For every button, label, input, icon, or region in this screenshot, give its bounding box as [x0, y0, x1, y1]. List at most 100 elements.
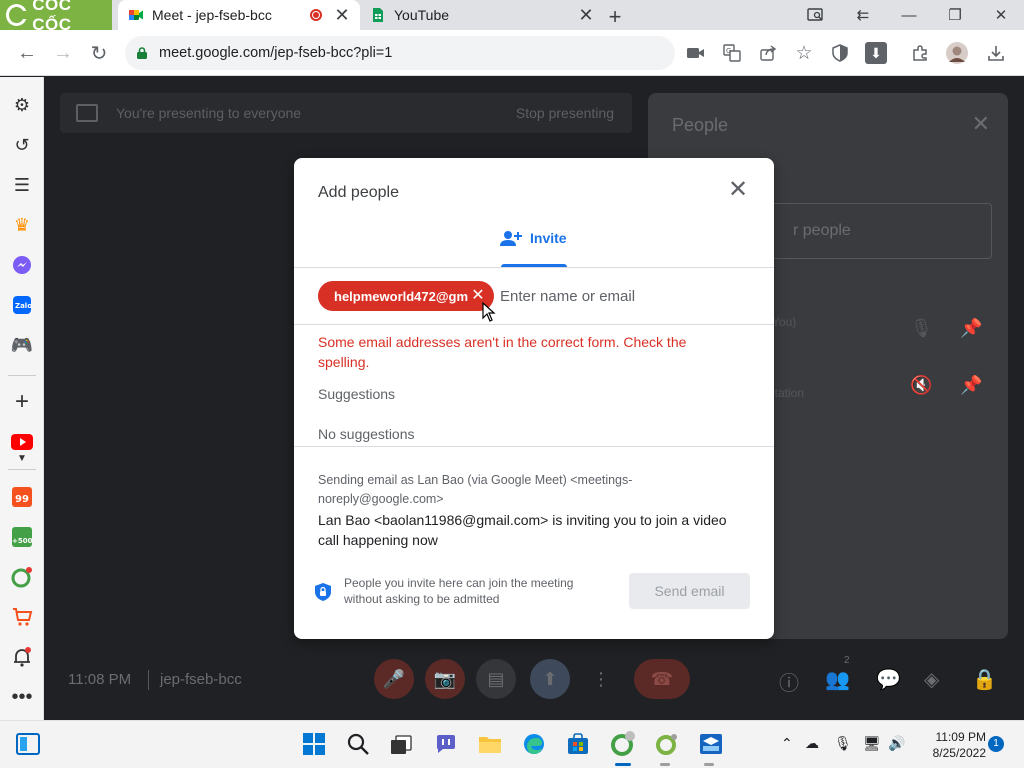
coccoc-window-icon[interactable]: [654, 731, 680, 757]
back-arrow-icon[interactable]: ←: [12, 38, 42, 68]
tab-sync-icon[interactable]: ⇇: [845, 0, 881, 30]
microphone-icon[interactable]: 🎙: [834, 735, 852, 752]
minimize-icon[interactable]: —: [891, 0, 927, 30]
clock-date: 8/25/2022: [932, 746, 986, 760]
restore-icon[interactable]: ❐: [937, 0, 973, 30]
share-icon[interactable]: [757, 42, 779, 64]
reward-500-icon[interactable]: +500: [9, 524, 35, 550]
meeting-code: jep-fseb-bcc: [160, 671, 242, 688]
close-window-icon[interactable]: ✕: [983, 0, 1019, 30]
address-bar[interactable]: meet.google.com/jep-fseb-bcc?pli=1: [125, 36, 675, 70]
notifications-bell-icon[interactable]: [9, 644, 35, 670]
more-options-icon[interactable]: •••: [9, 684, 35, 710]
svg-text:+500: +500: [12, 537, 33, 545]
send-email-button[interactable]: Send email: [629, 573, 750, 609]
coccoc-menu-button[interactable]: CỐC CỐC: [0, 0, 112, 34]
google-meet-icon: [129, 10, 143, 20]
coccoc-taskbar-icon[interactable]: [610, 731, 636, 757]
speaker-icon[interactable]: 🔊: [888, 735, 905, 752]
expand-chevron-icon[interactable]: ▼: [9, 451, 35, 465]
unpin-icon[interactable]: 📌: [960, 375, 982, 396]
present-now-button[interactable]: ⬆: [530, 659, 570, 699]
crown-icon[interactable]: ♛: [9, 212, 35, 238]
bar-divider: [148, 670, 149, 690]
history-icon[interactable]: ↺: [9, 132, 35, 158]
people-icon[interactable]: 👥: [825, 667, 850, 692]
gamepad-icon[interactable]: 🎮: [9, 332, 35, 358]
app-launcher-icon[interactable]: [698, 731, 724, 757]
tab-title: Meet - jep-fseb-bcc: [152, 7, 272, 23]
mic-toggle-button[interactable]: 🎤: [374, 659, 414, 699]
admission-note: People you invite here can join the meet…: [344, 576, 574, 606]
shopping-cart-icon[interactable]: [9, 604, 35, 630]
coccoc-logo-icon: [6, 4, 29, 26]
downloads-icon[interactable]: [985, 42, 1007, 64]
task-view-icon[interactable]: [388, 731, 414, 757]
new-tab-button[interactable]: +: [604, 4, 626, 30]
system-clock[interactable]: 11:09 PM 8/25/2022: [916, 729, 986, 761]
add-shortcut-icon[interactable]: +: [9, 388, 35, 415]
camera-in-use-icon[interactable]: [685, 42, 707, 64]
shopping-99-icon[interactable]: 99: [9, 484, 35, 510]
stop-presenting-button[interactable]: Stop presenting: [516, 105, 614, 121]
add-person-icon: [500, 231, 522, 246]
activities-icon[interactable]: ◈: [924, 667, 939, 692]
email-chip-invalid[interactable]: helpmeworld472@gm ✕: [318, 281, 494, 311]
show-hidden-icons-chevron-icon[interactable]: ⌃: [781, 735, 793, 752]
edge-browser-icon[interactable]: [521, 731, 547, 757]
open-app-indicator: [660, 763, 670, 766]
close-tab-icon[interactable]: ✕: [334, 6, 350, 24]
translate-icon[interactable]: G: [721, 42, 743, 64]
divider: [294, 446, 774, 447]
captions-button[interactable]: ▤: [476, 659, 516, 699]
name-email-input[interactable]: [500, 283, 750, 309]
leave-call-button[interactable]: ☎: [634, 659, 690, 699]
bookmark-star-icon[interactable]: ☆: [793, 42, 815, 64]
tab-meet[interactable]: Meet - jep-fseb-bcc ✕: [118, 0, 360, 30]
widgets-icon[interactable]: [15, 731, 41, 757]
network-icon[interactable]: 🖥: [863, 735, 881, 752]
start-windows-icon[interactable]: [301, 731, 327, 757]
more-options-button[interactable]: ⋮: [581, 659, 621, 699]
microsoft-store-icon[interactable]: [565, 731, 591, 757]
zalo-icon[interactable]: Zalo: [9, 292, 35, 318]
pin-icon[interactable]: 📌: [960, 318, 982, 339]
add-people-dialog: Add people ✕ Invite helpmeworld472@gm ✕ …: [294, 158, 774, 639]
url-text: meet.google.com/jep-fseb-bcc?pli=1: [159, 45, 393, 61]
dialog-title: Add people: [318, 184, 399, 201]
download-page-icon[interactable]: ⬇: [865, 42, 887, 64]
reading-list-icon[interactable]: ☰: [9, 172, 35, 198]
coccoc-service-icon[interactable]: [9, 564, 35, 590]
camera-toggle-button[interactable]: 📷: [425, 659, 465, 699]
meeting-info-icon[interactable]: ⓘ: [779, 667, 799, 696]
cloud-off-icon[interactable]: ☁: [805, 735, 819, 752]
file-explorer-icon[interactable]: [477, 731, 503, 757]
sidebar-divider: [8, 469, 36, 470]
messenger-icon[interactable]: [9, 252, 35, 278]
tab-youtube[interactable]: YouTube ✕: [364, 0, 604, 30]
close-panel-icon[interactable]: ✕: [972, 111, 990, 137]
svg-text:Zalo: Zalo: [15, 302, 32, 310]
settings-gear-icon[interactable]: ⚙: [9, 92, 35, 118]
search-icon[interactable]: [345, 731, 371, 757]
teams-chat-icon[interactable]: [433, 731, 459, 757]
adblock-shield-icon[interactable]: [829, 42, 851, 64]
forward-arrow-icon[interactable]: →: [48, 38, 78, 68]
reload-icon[interactable]: ↻: [84, 38, 114, 68]
search-people-placeholder: r people: [793, 222, 851, 239]
present-screen-icon: [76, 104, 98, 122]
notification-count-badge[interactable]: 1: [988, 736, 1004, 752]
windows-taskbar: ⌃ ☁ 🎙 🖥 🔊 11:09 PM 8/25/2022: [0, 720, 1024, 768]
extensions-puzzle-icon[interactable]: [909, 42, 931, 64]
sidebar-divider: [8, 375, 36, 376]
host-controls-icon[interactable]: 🔒: [972, 667, 997, 692]
sender-info-text: Sending email as Lan Bao (via Google Mee…: [318, 473, 633, 506]
chat-icon[interactable]: 💬: [876, 667, 901, 692]
tab-invite[interactable]: Invite: [500, 230, 567, 266]
close-tab-icon[interactable]: ✕: [578, 6, 594, 24]
participants-count-badge: 2: [844, 655, 850, 666]
tab-title: YouTube: [394, 7, 450, 23]
profile-avatar[interactable]: [946, 42, 968, 64]
close-dialog-icon[interactable]: ✕: [726, 178, 750, 202]
search-tabs-icon[interactable]: [798, 0, 834, 30]
